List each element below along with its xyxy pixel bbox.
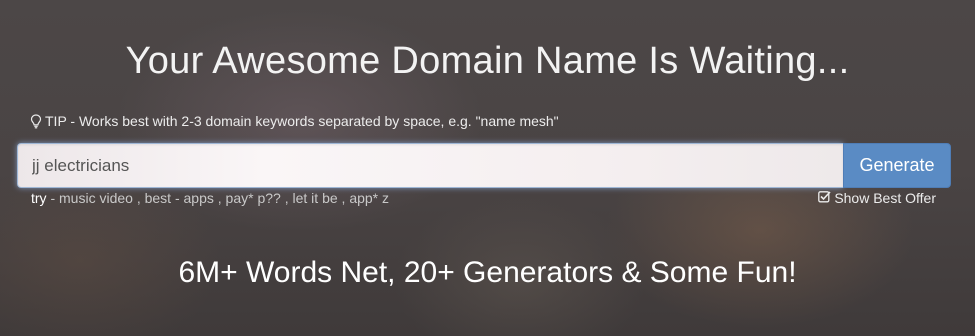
suggestions-dash: - — [46, 190, 60, 206]
suggestion-link[interactable]: best - apps — [145, 190, 214, 206]
lightbulb-icon — [30, 113, 42, 129]
suggestion-link[interactable]: pay* p?? — [226, 190, 281, 206]
generate-button[interactable]: Generate — [843, 143, 951, 188]
page-title: Your Awesome Domain Name Is Waiting... — [125, 40, 850, 82]
search-input[interactable] — [17, 143, 843, 188]
suggestions: try - music video , best - apps , pay* p… — [31, 190, 390, 206]
show-best-offer-label: Show Best Offer — [834, 190, 936, 206]
search-form: Generate — [17, 143, 951, 188]
tip-text: TIP - Works best with 2-3 domain keyword… — [45, 113, 559, 129]
tagline: 6M+ Words Net, 20+ Generators & Some Fun… — [178, 256, 797, 289]
tip-line: TIP - Works best with 2-3 domain keyword… — [30, 113, 559, 129]
show-best-offer-toggle[interactable]: Show Best Offer — [818, 190, 936, 206]
suggestion-link[interactable]: app* z — [349, 190, 389, 206]
suggestion-link[interactable]: music video — [59, 190, 133, 206]
checkbox-checked-icon[interactable] — [818, 190, 831, 206]
suggestion-link[interactable]: let it be — [293, 190, 338, 206]
suggestions-lead: try — [31, 190, 47, 206]
